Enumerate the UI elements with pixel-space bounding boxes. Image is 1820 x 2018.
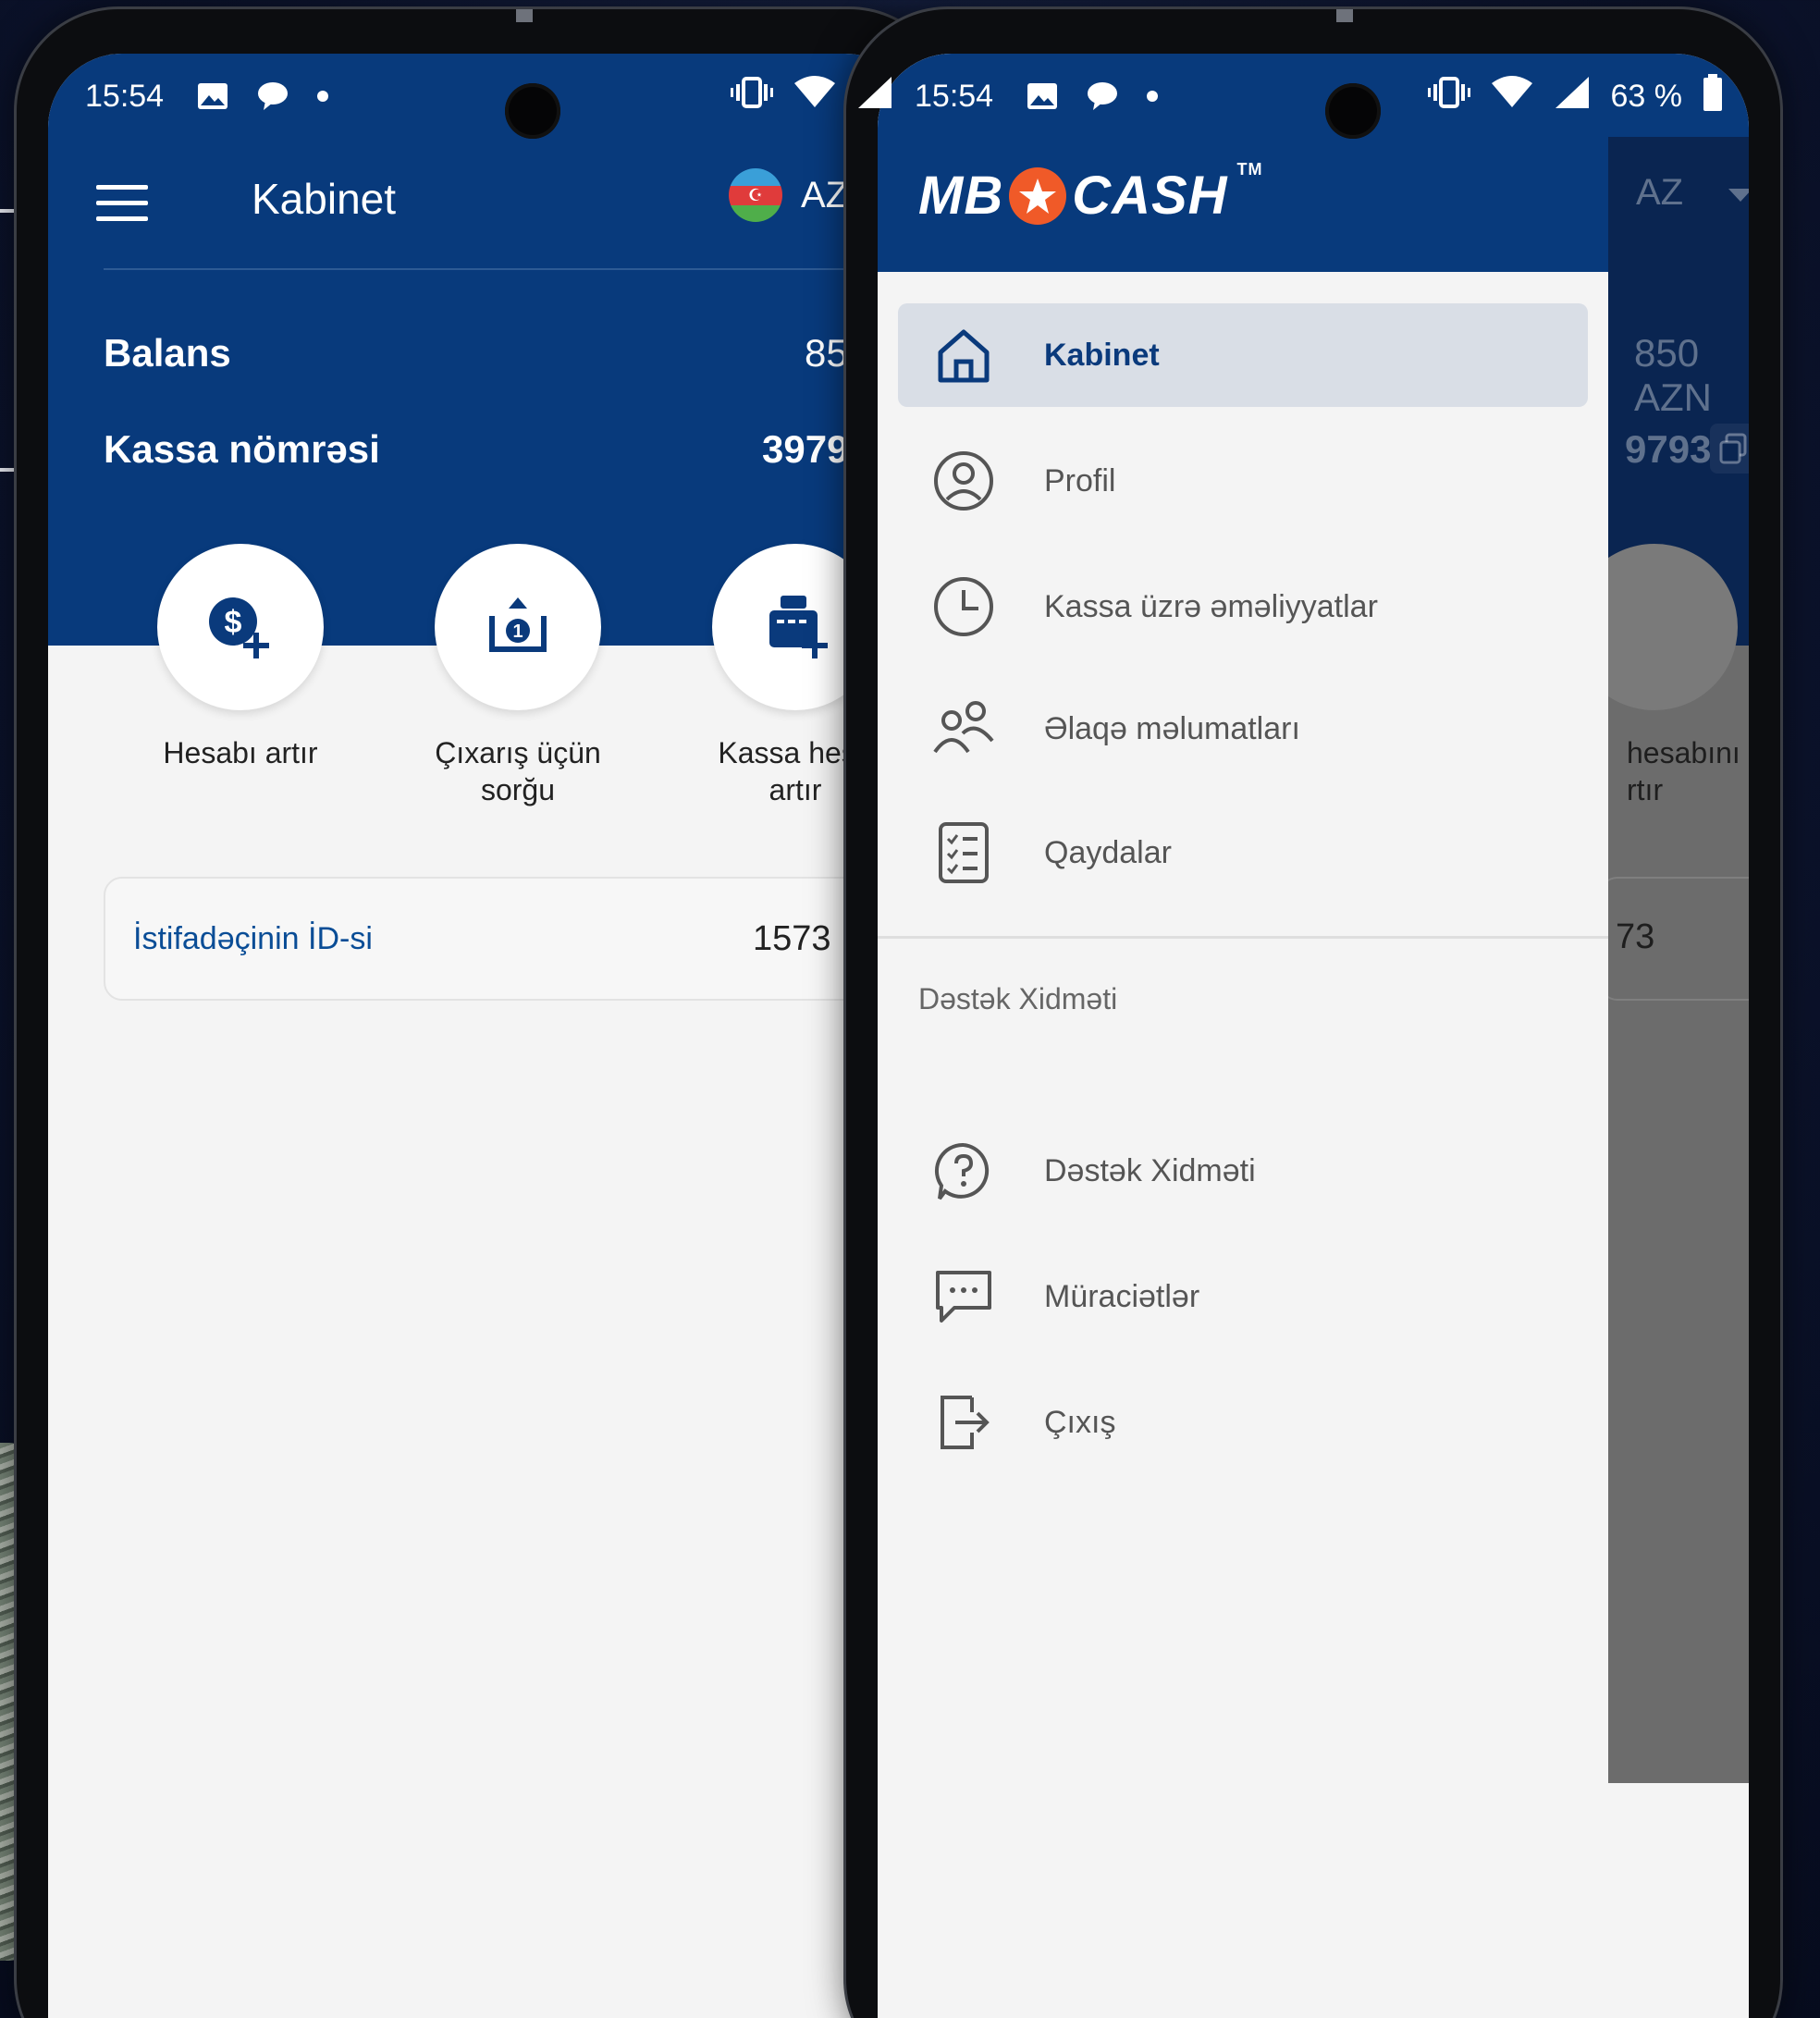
withdraw-icon: 1 — [489, 597, 547, 652]
chat-bubble-icon — [256, 80, 289, 112]
user-id-label: İstifadəçinin İD-si — [133, 921, 373, 956]
cash-register-plus-icon — [769, 596, 828, 658]
bg-action-label: hesabını rtır — [1627, 736, 1740, 806]
chat-bubble-icon — [1086, 80, 1119, 112]
home-icon — [929, 321, 998, 389]
drawer-item-kabinet[interactable]: Kabinet — [898, 303, 1588, 407]
signal-icon — [1554, 75, 1591, 118]
clock-icon — [929, 572, 998, 641]
logout-icon — [929, 1388, 998, 1457]
mbcash-logo: MB CASH TM — [918, 160, 1263, 226]
bg-id-value: 73 — [1616, 917, 1655, 956]
status-bar: 15:54 63 % — [878, 54, 1749, 139]
status-time: 15:54 — [915, 78, 994, 114]
battery-icon — [1703, 73, 1723, 119]
bg-copy-icon — [1710, 424, 1749, 474]
star-icon — [1009, 166, 1067, 225]
user-id-value: 1573 — [753, 919, 831, 958]
kassa-number-value: 3979 — [762, 427, 849, 471]
navigation-drawer: MB CASH TM Kabinet Profil Kassa üzrə əmə… — [878, 54, 1608, 2018]
status-time: 15:54 — [85, 78, 165, 114]
support-icon — [929, 1137, 998, 1205]
phone-right: AZ 850 AZN 9793 hesabını rtır 73 MB CASH… — [846, 9, 1780, 2018]
screen-right: AZ 850 AZN 9793 hesabını rtır 73 MB CASH… — [878, 54, 1749, 2018]
bg-language-code: AZ — [1636, 172, 1684, 213]
azerbaijan-flag-icon: ☪ — [729, 168, 782, 222]
image-icon — [1027, 82, 1058, 110]
image-icon — [197, 82, 228, 110]
drawer-item-requests[interactable]: Müraciətlər — [898, 1245, 1588, 1348]
vibrate-icon — [731, 76, 773, 117]
language-code: AZ — [801, 174, 849, 215]
camera-cutout — [1325, 83, 1381, 139]
drawer-item-rules[interactable]: Qaydalar — [898, 801, 1588, 904]
wifi-icon — [1491, 75, 1533, 117]
drawer-divider — [878, 936, 1608, 939]
user-id-card: İstifadəçinin İD-si 1573 — [104, 877, 919, 1001]
bg-kassa-value: 9793 — [1625, 427, 1712, 471]
drawer-item-profil[interactable]: Profil — [898, 429, 1588, 533]
svg-text:$: $ — [225, 605, 242, 640]
top-up-account-button[interactable]: $ — [157, 544, 324, 710]
balance-label: Balans — [104, 331, 231, 375]
dot-icon — [317, 91, 329, 102]
user-circle-icon — [929, 447, 998, 515]
wifi-icon — [793, 75, 836, 117]
battery-percent: 63 % — [1610, 78, 1683, 114]
camera-cutout — [505, 83, 560, 139]
svg-text:1: 1 — [512, 621, 523, 642]
dropdown-icon — [1728, 189, 1749, 206]
status-bar: 15:54 — [48, 54, 919, 139]
support-section-title: Dəstək Xidməti — [918, 982, 1118, 1015]
phone-left: 15:54 Kabinet ☪ AZ Balans 850 Kassa nömr… — [17, 9, 951, 2018]
top-up-account-label: Hesabı artır — [163, 736, 318, 769]
bg-balance-value: 850 AZN — [1634, 331, 1712, 419]
chat-icon — [929, 1262, 998, 1331]
vibrate-icon — [1427, 76, 1470, 117]
drawer-item-support[interactable]: Dəstək Xidməti — [898, 1119, 1588, 1223]
withdrawal-request-label: Çıxarış üçün sorğu — [435, 736, 601, 806]
screen-left: 15:54 Kabinet ☪ AZ Balans 850 Kassa nömr… — [48, 54, 919, 2018]
dot-icon — [1147, 91, 1159, 102]
drawer-item-kassa-operations[interactable]: Kassa üzrə əməliyyatlar — [898, 555, 1588, 658]
language-selector[interactable]: ☪ AZ — [729, 168, 848, 222]
drawer-item-contacts[interactable]: Əlaqə məlumatları — [898, 677, 1588, 781]
dollar-plus-icon: $ — [209, 597, 269, 658]
contacts-icon — [929, 695, 998, 763]
menu-button[interactable] — [96, 185, 148, 222]
kassa-number-label: Kassa nömrəsi — [104, 427, 380, 471]
checklist-icon — [929, 818, 998, 887]
withdrawal-request-button[interactable]: 1 — [435, 544, 601, 710]
page-title: Kabinet — [252, 175, 397, 223]
drawer-item-logout[interactable]: Çıxış — [898, 1371, 1588, 1474]
